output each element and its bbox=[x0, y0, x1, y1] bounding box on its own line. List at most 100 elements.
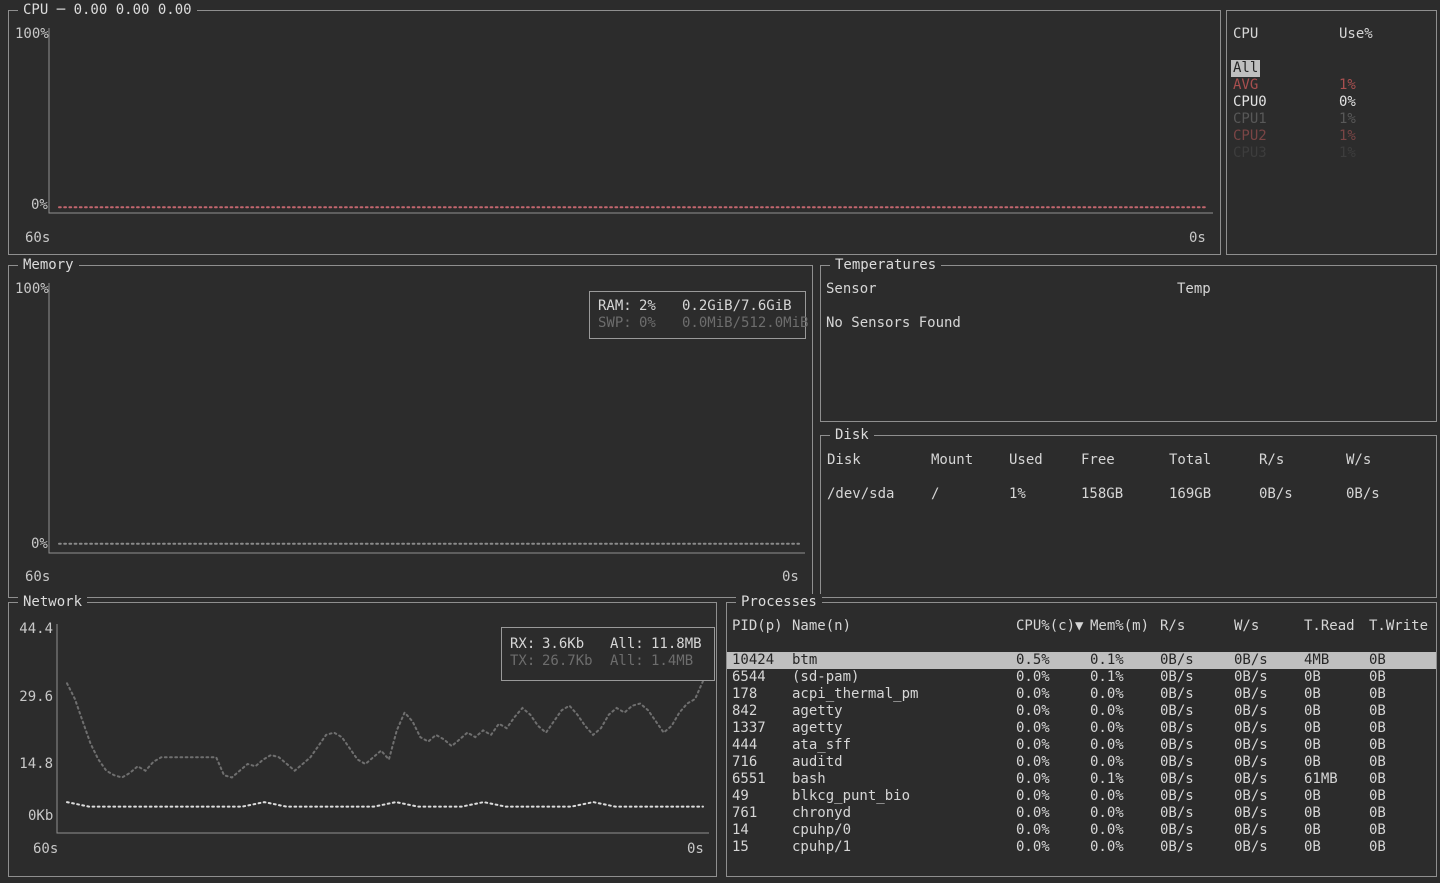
cpu-legend-col-use: Use% bbox=[1339, 26, 1436, 43]
cpu-legend-cpu3-use: 1% bbox=[1339, 145, 1436, 162]
net-ytick-1: 29.6 bbox=[19, 689, 53, 706]
cpu-legend-cpu1-label: CPU1 bbox=[1233, 111, 1339, 128]
disk-rs: 0B/s bbox=[1259, 486, 1346, 503]
tx-total: 1.4MB bbox=[651, 653, 714, 670]
process-row[interactable]: 49blkcg_punt_bio0.0%0.0%0B/s0B/s0B0B bbox=[727, 788, 1436, 805]
swap-usage-row: SWP: 0% 0.0MiB/512.0MiB bbox=[590, 315, 805, 332]
process-row[interactable]: 6551bash0.0%0.1%0B/s0B/s61MB0B bbox=[727, 771, 1436, 788]
temp-col-temp[interactable]: Temp bbox=[1177, 281, 1436, 298]
process-row[interactable]: 6544(sd-pam)0.0%0.1%0B/s0B/s0B0B bbox=[727, 669, 1436, 686]
process-row[interactable]: 14cpuhp/00.0%0.0%0B/s0B/s0B0B bbox=[727, 822, 1436, 839]
process-row[interactable]: 716auditd0.0%0.0%0B/s0B/s0B0B bbox=[727, 754, 1436, 771]
proc-col-twrite[interactable]: T.Write bbox=[1369, 618, 1436, 635]
network-panel[interactable]: Network 44.4 29.6 14.8 0Kb 60s 0s RX: 3.… bbox=[8, 602, 717, 877]
proc-col-pid[interactable]: PID(p) bbox=[732, 618, 792, 635]
ram-usage: 0.2GiB/7.6GiB bbox=[682, 298, 805, 315]
disk-panel[interactable]: Disk Disk Mount Used Free Total R/s W/s … bbox=[820, 435, 1437, 598]
temperatures-empty-message: No Sensors Found bbox=[826, 315, 961, 332]
memory-xleft-label: 60s bbox=[25, 569, 50, 586]
cpu-chart bbox=[9, 11, 1220, 254]
cpu-ymin-label: 0% bbox=[31, 197, 48, 214]
net-ytick-3: 0Kb bbox=[28, 808, 53, 825]
tx-label: TX: bbox=[510, 653, 542, 670]
processes-panel[interactable]: Processes PID(p) Name(n) CPU%(c)▼ Mem%(m… bbox=[726, 602, 1437, 877]
disk-col-mount[interactable]: Mount bbox=[931, 452, 1009, 469]
process-row[interactable]: 444ata_sff0.0%0.0%0B/s0B/s0B0B bbox=[727, 737, 1436, 754]
network-rates-legend: RX: 3.6Kb All: 11.8MB TX: 26.7Kb All: 1.… bbox=[501, 627, 715, 681]
process-row[interactable]: 15cpuhp/10.0%0.0%0B/s0B/s0B0B bbox=[727, 839, 1436, 856]
disk-name: /dev/sda bbox=[827, 486, 931, 503]
swap-label: SWP: bbox=[598, 315, 639, 332]
memory-usage-legend: RAM: 2% 0.2GiB/7.6GiB SWP: 0% 0.0MiB/512… bbox=[589, 291, 806, 339]
cpu-legend-row-cpu3[interactable]: CPU3 1% bbox=[1227, 145, 1436, 162]
temp-col-sensor[interactable]: Sensor bbox=[826, 281, 1177, 298]
cpu-legend-col-cpu: CPU bbox=[1233, 26, 1339, 43]
process-row[interactable]: 10424btm0.5%0.1%0B/s0B/s4MB0B bbox=[727, 652, 1436, 669]
proc-col-name[interactable]: Name(n) bbox=[792, 618, 1016, 635]
disk-used: 1% bbox=[1009, 486, 1081, 503]
disk-col-ws[interactable]: W/s bbox=[1346, 452, 1436, 469]
proc-col-mem[interactable]: Mem%(m) bbox=[1090, 618, 1160, 635]
proc-col-tread[interactable]: T.Read bbox=[1304, 618, 1369, 635]
cpu-legend-cpu3-label: CPU3 bbox=[1233, 145, 1339, 162]
disk-mount: / bbox=[931, 486, 1009, 503]
process-row[interactable]: 761chronyd0.0%0.0%0B/s0B/s0B0B bbox=[727, 805, 1436, 822]
process-row[interactable]: 1337agetty0.0%0.0%0B/s0B/s0B0B bbox=[727, 720, 1436, 737]
btm-system-monitor: CPU ─ 0.00 0.00 0.00 100% 0% 60s 0s CPU … bbox=[0, 0, 1440, 883]
proc-col-rs[interactable]: R/s bbox=[1160, 618, 1234, 635]
disk-ws: 0B/s bbox=[1346, 486, 1436, 503]
cpu-legend-row-cpu1[interactable]: CPU1 1% bbox=[1227, 111, 1436, 128]
cpu-legend-all-label[interactable]: All bbox=[1231, 60, 1260, 77]
proc-col-ws[interactable]: W/s bbox=[1234, 618, 1304, 635]
memory-ymax-label: 100% bbox=[15, 281, 49, 298]
ram-label: RAM: bbox=[598, 298, 639, 315]
disk-header: Disk Mount Used Free Total R/s W/s bbox=[821, 452, 1436, 469]
cpu-legend-row-avg[interactable]: AVG 1% bbox=[1227, 77, 1436, 94]
cpu-legend-panel[interactable]: CPU Use% All AVG 1% CPU0 0% CPU1 1% CPU2 bbox=[1226, 10, 1437, 255]
cpu-xright-label: 0s bbox=[1189, 230, 1206, 247]
cpu-legend-cpu2-label: CPU2 bbox=[1233, 128, 1339, 145]
process-row[interactable]: 842agetty0.0%0.0%0B/s0B/s0B0B bbox=[727, 703, 1436, 720]
cpu-legend-row-cpu0[interactable]: CPU0 0% bbox=[1227, 94, 1436, 111]
proc-col-cpu-sort[interactable]: CPU%(c)▼ bbox=[1016, 618, 1090, 635]
cpu-legend-row-cpu2[interactable]: CPU2 1% bbox=[1227, 128, 1436, 145]
cpu-ymax-label: 100% bbox=[15, 26, 49, 43]
tx-all-label: All: bbox=[610, 653, 651, 670]
net-ytick-2: 14.8 bbox=[19, 756, 53, 773]
cpu-legend-cpu0-use: 0% bbox=[1339, 94, 1436, 111]
cpu-panel[interactable]: CPU ─ 0.00 0.00 0.00 100% 0% 60s 0s bbox=[8, 10, 1221, 255]
cpu-xleft-label: 60s bbox=[25, 230, 50, 247]
disk-free: 158GB bbox=[1081, 486, 1169, 503]
cpu-legend-cpu0-label: CPU0 bbox=[1233, 94, 1339, 111]
ram-percent: 2% bbox=[639, 298, 682, 315]
cpu-legend-avg-use: 1% bbox=[1339, 77, 1436, 94]
memory-xright-label: 0s bbox=[782, 569, 799, 586]
processes-rows: 10424btm0.5%0.1%0B/s0B/s4MB0B 6544(sd-pa… bbox=[727, 652, 1436, 856]
rx-all-label: All: bbox=[610, 636, 651, 653]
process-row[interactable]: 178acpi_thermal_pm0.0%0.0%0B/s0B/s0B0B bbox=[727, 686, 1436, 703]
disk-col-disk[interactable]: Disk bbox=[827, 452, 931, 469]
ram-usage-row: RAM: 2% 0.2GiB/7.6GiB bbox=[590, 298, 805, 315]
processes-header: PID(p) Name(n) CPU%(c)▼ Mem%(m) R/s W/s … bbox=[727, 618, 1436, 635]
disk-total: 169GB bbox=[1169, 486, 1259, 503]
rx-rate: 3.6Kb bbox=[542, 636, 610, 653]
temperatures-panel[interactable]: Temperatures Sensor Temp No Sensors Foun… bbox=[820, 265, 1437, 422]
cpu-legend-avg-label: AVG bbox=[1233, 77, 1339, 94]
cpu-legend-row-all[interactable]: All bbox=[1227, 60, 1436, 77]
cpu-legend-cpu1-use: 1% bbox=[1339, 111, 1436, 128]
cpu-legend-spacer bbox=[1227, 43, 1436, 60]
rx-rate-row: RX: 3.6Kb All: 11.8MB bbox=[502, 636, 714, 653]
disk-col-used[interactable]: Used bbox=[1009, 452, 1081, 469]
net-xleft-label: 60s bbox=[33, 841, 58, 858]
cpu-legend-cpu2-use: 1% bbox=[1339, 128, 1436, 145]
disk-row-sda[interactable]: /dev/sda / 1% 158GB 169GB 0B/s 0B/s bbox=[821, 486, 1436, 503]
disk-col-free[interactable]: Free bbox=[1081, 452, 1169, 469]
memory-panel[interactable]: Memory 100% 0% 60s 0s RAM: 2% 0.2GiB/7.6… bbox=[8, 265, 813, 598]
rx-total: 11.8MB bbox=[651, 636, 714, 653]
disk-col-total[interactable]: Total bbox=[1169, 452, 1259, 469]
swap-usage: 0.0MiB/512.0MiB bbox=[682, 315, 808, 332]
disk-col-rs[interactable]: R/s bbox=[1259, 452, 1346, 469]
disk-panel-title: Disk bbox=[830, 427, 874, 444]
tx-rate-row: TX: 26.7Kb All: 1.4MB bbox=[502, 653, 714, 670]
rx-label: RX: bbox=[510, 636, 542, 653]
